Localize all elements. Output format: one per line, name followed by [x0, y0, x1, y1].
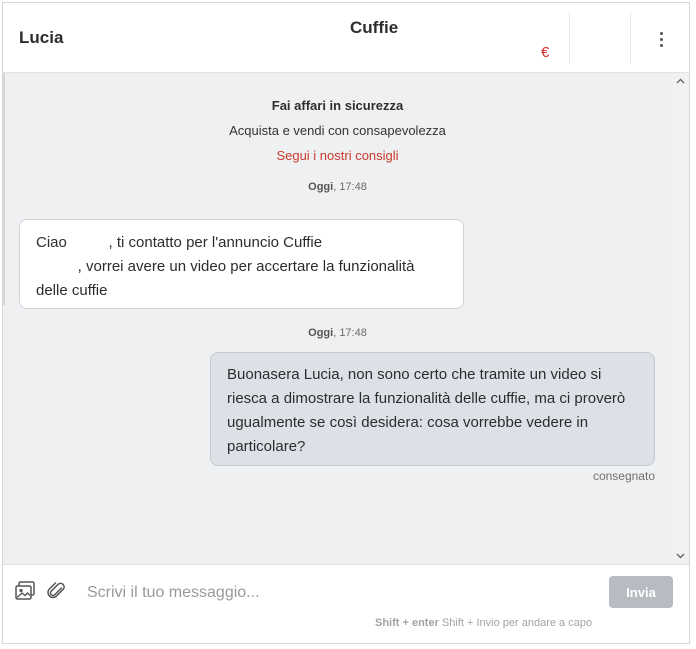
- safety-notice-subtitle: Acquista e vendi con consapevolezza: [229, 123, 446, 138]
- hint-text: Shift + Invio per andare a capo: [438, 617, 593, 629]
- newline-hint: Shift + enter Shift + Invio per andare a…: [375, 617, 592, 629]
- timestamp-time: , 17:48: [333, 181, 367, 193]
- paperclip-icon[interactable]: [46, 580, 68, 602]
- message-list[interactable]: Fai affari in sicurezza Acquista e vendi…: [3, 73, 689, 564]
- timestamp-day: Oggi: [308, 327, 334, 339]
- scrollbar[interactable]: [672, 73, 689, 564]
- chat-window: Lucia Cuffie € Fai affari in sicurezza A…: [2, 2, 690, 644]
- incoming-message-bubble: Ciao , ti contatto per l'annuncio Cuffie…: [19, 219, 464, 309]
- item-title[interactable]: Cuffie: [350, 18, 398, 38]
- safety-tips-link[interactable]: Segui i nostri consigli: [3, 148, 672, 163]
- message-line: delle cuffie: [36, 282, 108, 299]
- message-timestamp: Oggi, 17:48: [3, 181, 672, 193]
- hint-key: Shift + enter: [375, 617, 439, 629]
- message-input[interactable]: [83, 578, 593, 608]
- send-button[interactable]: Invia: [609, 576, 673, 608]
- timestamp-time: , 17:48: [333, 327, 367, 339]
- scroll-down-arrow-icon[interactable]: [676, 551, 685, 560]
- message-composer: Invia Shift + enter Shift + Invio per an…: [3, 564, 689, 643]
- contact-name[interactable]: Lucia: [19, 28, 63, 48]
- safety-notice-title: Fai affari in sicurezza: [271, 98, 404, 113]
- item-price: €: [541, 44, 550, 61]
- message-line: Buonasera Lucia, non sono certo che tram…: [227, 366, 602, 383]
- delivery-status: consegnato: [592, 469, 655, 483]
- more-options-icon[interactable]: [651, 27, 671, 51]
- item-thumbnail[interactable]: [569, 12, 631, 63]
- dot: [659, 31, 663, 35]
- message-line: ugualmente se così desidera: cosa vorreb…: [227, 414, 589, 431]
- dot: [659, 43, 663, 47]
- dot: [659, 37, 663, 41]
- message-line: particolare?: [227, 438, 306, 455]
- message-timestamp: Oggi, 17:48: [3, 327, 672, 339]
- message-line: Ciao , ti contatto per l'annuncio Cuffie: [36, 234, 323, 251]
- scroll-up-arrow-icon[interactable]: [676, 77, 685, 86]
- timestamp-day: Oggi: [308, 181, 334, 193]
- chat-header: Lucia Cuffie €: [3, 3, 689, 73]
- message-line: riesca a dimostrare la funzionalità dell…: [227, 390, 626, 407]
- outgoing-message-bubble: Buonasera Lucia, non sono certo che tram…: [210, 352, 655, 466]
- message-line: , vorrei avere un video per accertare la…: [36, 258, 415, 275]
- image-attach-icon[interactable]: [14, 580, 36, 602]
